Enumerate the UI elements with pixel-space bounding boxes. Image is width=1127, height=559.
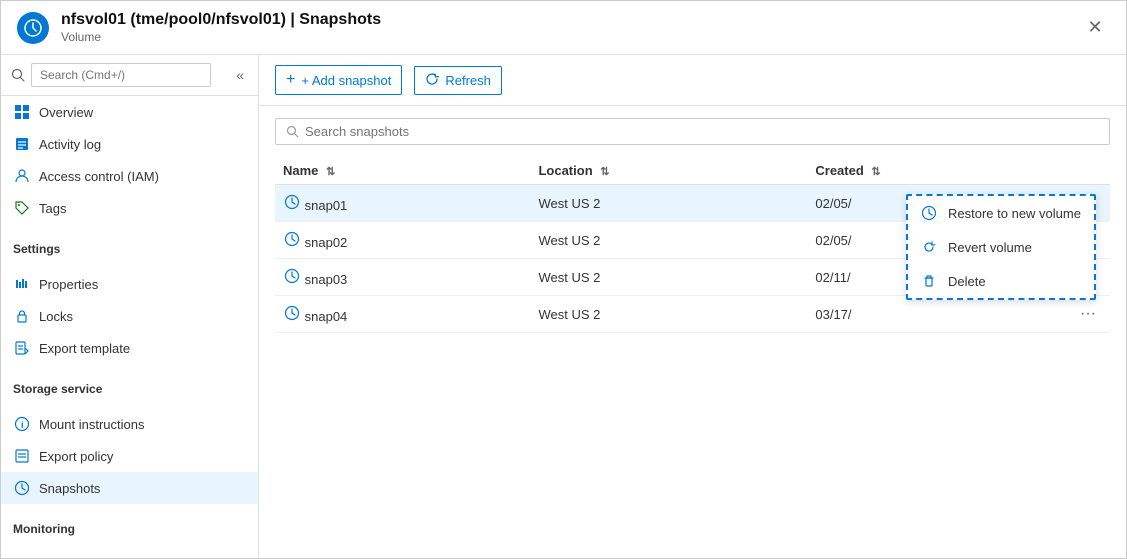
snap03-name: snap03 xyxy=(305,272,348,287)
section-storage-service: Storage service xyxy=(1,372,258,400)
snap01-location: West US 2 xyxy=(530,185,807,222)
sidebar-item-locks[interactable]: Locks xyxy=(1,300,258,332)
main-window: nfsvol01 (tme/pool0/nfsvol01) | Snapshot… xyxy=(0,0,1127,559)
access-control-icon xyxy=(13,167,31,185)
col-name-label: Name xyxy=(283,163,318,178)
row-snap03-icon xyxy=(283,267,301,285)
row-snap01-icon xyxy=(283,193,301,211)
sidebar-item-export-template-label: Export template xyxy=(39,341,130,356)
section-settings: Settings xyxy=(1,232,258,260)
snap04-created: 03/17/ xyxy=(807,296,1066,333)
delete-icon xyxy=(920,272,938,290)
sidebar-item-properties[interactable]: Properties xyxy=(1,268,258,300)
locks-icon xyxy=(13,307,31,325)
snap04-name: snap04 xyxy=(305,309,348,324)
restore-label: Restore to new volume xyxy=(948,206,1081,221)
snap04-location: West US 2 xyxy=(530,296,807,333)
sidebar-item-tags-label: Tags xyxy=(39,201,66,216)
revert-icon xyxy=(920,238,938,256)
page-title: nfsvol01 (tme/pool0/nfsvol01) | Snapshot… xyxy=(61,11,1068,29)
snapshots-search-input[interactable] xyxy=(305,124,1099,139)
sidebar-item-metrics-label: Metrics xyxy=(39,557,81,559)
activity-log-icon xyxy=(13,135,31,153)
created-sort-icon: ⇅ xyxy=(871,166,880,178)
col-location[interactable]: Location ⇅ xyxy=(530,157,807,185)
col-created-label: Created xyxy=(815,163,863,178)
context-menu-item-delete[interactable]: Delete xyxy=(908,264,1094,298)
delete-label: Delete xyxy=(948,274,986,289)
svg-text:i: i xyxy=(21,420,24,430)
add-snapshot-label: + Add snapshot xyxy=(301,73,391,88)
main-content: + + Add snapshot Refresh xyxy=(259,55,1126,558)
sidebar-item-activity-log-label: Activity log xyxy=(39,137,101,152)
toolbar: + + Add snapshot Refresh xyxy=(259,55,1126,106)
sidebar-search-input[interactable] xyxy=(31,63,211,87)
add-icon: + xyxy=(286,71,295,89)
metrics-icon xyxy=(13,555,31,558)
sidebar-item-snapshots[interactable]: Snapshots xyxy=(1,472,258,504)
snapshots-icon xyxy=(13,479,31,497)
page-subtitle: Volume xyxy=(61,30,101,44)
restore-icon xyxy=(920,204,938,222)
context-menu-item-revert[interactable]: Revert volume xyxy=(908,230,1094,264)
export-policy-icon xyxy=(13,447,31,465)
sidebar-item-export-policy-label: Export policy xyxy=(39,449,113,464)
snapshots-search-icon xyxy=(286,125,299,138)
sidebar-item-tags[interactable]: Tags xyxy=(1,192,258,224)
row-snap04-icon xyxy=(283,304,301,322)
collapse-button[interactable]: « xyxy=(232,65,248,85)
col-name[interactable]: Name ⇅ xyxy=(275,157,530,185)
export-template-icon xyxy=(13,339,31,357)
overview-icon xyxy=(13,103,31,121)
table-row[interactable]: snap04 West US 2 03/17/ ··· xyxy=(275,296,1110,333)
col-actions xyxy=(1066,157,1110,185)
content-area: Name ⇅ Location ⇅ Created ⇅ xyxy=(259,106,1126,558)
revert-label: Revert volume xyxy=(948,240,1032,255)
sidebar-search-container: « xyxy=(1,55,258,96)
sidebar-item-mount-instructions-label: Mount instructions xyxy=(39,417,145,432)
sidebar-item-properties-label: Properties xyxy=(39,277,98,292)
mount-instructions-icon: i xyxy=(13,415,31,433)
row-snap02-icon xyxy=(283,230,301,248)
location-sort-icon: ⇅ xyxy=(600,166,609,178)
sidebar-item-metrics[interactable]: Metrics xyxy=(1,548,258,558)
col-created[interactable]: Created ⇅ xyxy=(807,157,1066,185)
section-monitoring: Monitoring xyxy=(1,512,258,540)
sidebar-item-access-control-label: Access control (IAM) xyxy=(39,169,159,184)
add-snapshot-button[interactable]: + + Add snapshot xyxy=(275,65,402,95)
title-bar: nfsvol01 (tme/pool0/nfsvol01) | Snapshot… xyxy=(1,1,1126,55)
sidebar-item-snapshots-label: Snapshots xyxy=(39,481,100,496)
app-icon xyxy=(17,12,49,44)
sidebar-item-export-policy[interactable]: Export policy xyxy=(1,440,258,472)
snapshots-search-bar[interactable] xyxy=(275,118,1110,145)
sidebar-item-export-template[interactable]: Export template xyxy=(1,332,258,364)
snap02-location: West US 2 xyxy=(530,222,807,259)
context-menu-item-restore[interactable]: Restore to new volume xyxy=(908,196,1094,230)
snap04-more-button[interactable]: ··· xyxy=(1074,303,1102,325)
snap03-location: West US 2 xyxy=(530,259,807,296)
refresh-icon xyxy=(425,72,439,89)
name-sort-icon: ⇅ xyxy=(326,166,335,178)
sidebar-item-access-control[interactable]: Access control (IAM) xyxy=(1,160,258,192)
col-location-label: Location xyxy=(538,163,592,178)
refresh-button[interactable]: Refresh xyxy=(414,66,502,95)
context-menu: Restore to new volume Revert volume xyxy=(906,194,1096,300)
snap01-name: snap01 xyxy=(305,198,348,213)
search-icon xyxy=(11,68,25,82)
close-button[interactable]: ✕ xyxy=(1080,13,1110,43)
tags-icon xyxy=(13,199,31,217)
refresh-label: Refresh xyxy=(445,73,491,88)
sidebar: « Overview xyxy=(1,55,259,558)
sidebar-item-activity-log[interactable]: Activity log xyxy=(1,128,258,160)
sidebar-item-overview-label: Overview xyxy=(39,105,93,120)
properties-icon xyxy=(13,275,31,293)
snap02-name: snap02 xyxy=(305,235,348,250)
sidebar-item-locks-label: Locks xyxy=(39,309,73,324)
sidebar-item-overview[interactable]: Overview xyxy=(1,96,258,128)
sidebar-item-mount-instructions[interactable]: i Mount instructions xyxy=(1,408,258,440)
title-text: nfsvol01 (tme/pool0/nfsvol01) | Snapshot… xyxy=(61,11,1068,44)
